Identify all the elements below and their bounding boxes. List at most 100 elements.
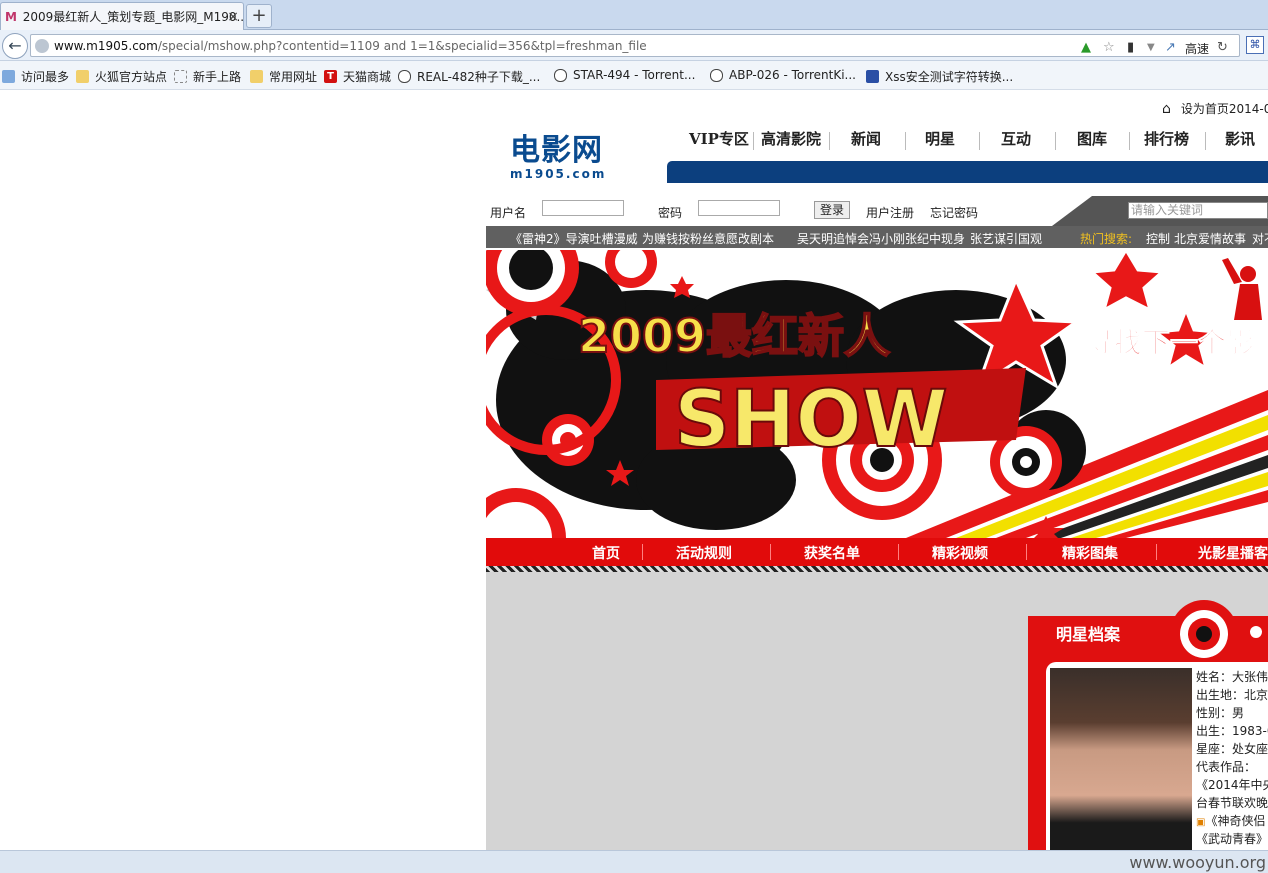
nav-showtimes[interactable]: 影讯 (1225, 128, 1255, 149)
watermark: www.wooyun.org (1129, 853, 1266, 872)
password-input[interactable] (698, 200, 780, 216)
mobile-icon[interactable]: ▮ (1127, 40, 1134, 55)
bookmark-star-icon[interactable]: ☆ (1103, 40, 1115, 55)
history-icon (2, 70, 15, 83)
nav-divider (829, 132, 830, 150)
back-button[interactable]: ← (2, 33, 28, 59)
browser-tab[interactable]: M 2009最红新人_策划专题_电影网_M190... × (0, 2, 244, 30)
nav-news[interactable]: 新闻 (851, 128, 881, 149)
go-arrow-icon[interactable]: ▲ (1081, 40, 1091, 55)
banner-artwork: 2009最红新人 SHOW 寻找下一个影 (486, 250, 1268, 538)
news-ticker: 《雷神2》导演吐槽漫威 为赚钱按粉丝意愿改剧本 吴天明追悼会冯小刚张纪中现身 张… (486, 226, 1268, 248)
bookmark-tmall[interactable]: T 天猫商城 (324, 68, 391, 85)
star-works-label: 代表作品： (1196, 760, 1257, 774)
star-photo[interactable] (1050, 668, 1192, 850)
star-work-link[interactable]: 《2014年中央 (1196, 776, 1268, 793)
menu-podcast[interactable]: 光影星播客 (1198, 543, 1268, 563)
menu-divider (770, 544, 771, 560)
hot-search-link[interactable]: 控制 (1146, 230, 1170, 247)
hot-search-link[interactable]: 北京爱情故事 (1174, 230, 1246, 247)
password-label: 密码 (658, 206, 683, 220)
star-work-link[interactable]: 《武动青春》 (1196, 830, 1268, 847)
set-home-link[interactable]: ⌂ 设为首页2014-0 (1162, 100, 1268, 117)
menu-videos[interactable]: 精彩视频 (932, 543, 988, 563)
news-link[interactable]: 张艺谋引国观 (970, 230, 1042, 247)
dropdown-icon[interactable]: ▼ (1147, 42, 1155, 53)
url-text: www.m1905.com/special/mshow.php?contenti… (54, 39, 647, 53)
web-page: ⌂ 设为首页2014-0 电影网 m1905.com VIP专区 高清影院 新闻… (0, 90, 1268, 850)
star-profile-title: 明星档案 (1056, 625, 1121, 644)
url-host: www.m1905.com (54, 39, 158, 53)
nav-vip[interactable]: VIP专区 (689, 128, 749, 149)
tab-strip: M 2009最红新人_策划专题_电影网_M190... × + (0, 0, 1268, 30)
menu-stripe-divider (486, 566, 1268, 572)
register-link[interactable]: 用户注册 (866, 204, 914, 221)
logo-main-text: 电影网 (510, 133, 603, 168)
banner-title-text: 2009最红新人 (578, 309, 890, 363)
menu-rules[interactable]: 活动规则 (676, 543, 732, 563)
speed-icon: ↗ (1165, 40, 1176, 55)
event-menu: 首页 活动规则 获奖名单 精彩视频 精彩图集 光影星播客 (486, 538, 1268, 566)
page-icon (174, 70, 187, 83)
panda-icon (398, 70, 411, 83)
speed-label[interactable]: 高速 (1185, 40, 1209, 57)
menu-divider (898, 544, 899, 560)
home-icon: ⌂ (1162, 100, 1171, 117)
bookmark-getting-started[interactable]: 新手上路 (174, 68, 241, 85)
star-work-link[interactable]: 台春节联欢晚 (1196, 794, 1268, 811)
nav-divider (753, 132, 754, 150)
forgot-password-link[interactable]: 忘记密码 (930, 204, 978, 221)
nav-hd-cinema[interactable]: 高清影院 (761, 128, 821, 149)
star-gender: 性别：男 (1196, 706, 1245, 720)
site-favicon-icon: M (5, 9, 17, 24)
news-link[interactable]: 为赚钱按粉丝意愿改剧本 (642, 230, 774, 247)
main-nav: VIP专区 高清影院 新闻 明星 互动 图库 排行榜 影讯 (667, 128, 1268, 154)
card-target-icon (1170, 600, 1262, 668)
url-path: /special/mshow.php?contentid=1109 and 1=… (157, 39, 647, 53)
bookmark-star-494[interactable]: STAR-494 - Torrent... (554, 68, 695, 82)
bookmarks-bar: 访问最多 火狐官方站点 新手上路 常用网址 T 天猫商城 REAL-482种子下载… (0, 61, 1268, 90)
globe-icon (35, 39, 49, 53)
bookmark-common-sites[interactable]: 常用网址 (250, 68, 317, 85)
menu-divider (642, 544, 643, 560)
nav-divider (979, 132, 980, 150)
nav-interact[interactable]: 互动 (1001, 128, 1031, 149)
menu-winners[interactable]: 获奖名单 (804, 543, 860, 563)
nav-stars[interactable]: 明星 (925, 128, 955, 149)
reload-icon[interactable]: ↻ (1217, 40, 1228, 55)
menu-photos[interactable]: 精彩图集 (1062, 543, 1118, 563)
bookmark-real-482[interactable]: REAL-482种子下载_... (398, 68, 540, 85)
hot-search-link[interactable]: 对不 (1252, 230, 1268, 247)
new-tab-button[interactable]: + (246, 4, 272, 28)
bookmark-firefox-site[interactable]: 火狐官方站点 (76, 68, 167, 85)
username-label: 用户名 (490, 206, 527, 220)
search-input[interactable]: 请输入关键词 (1128, 202, 1268, 219)
status-bar: www.wooyun.org (0, 850, 1268, 873)
navigation-toolbar: ← www.m1905.com/special/mshow.php?conten… (0, 30, 1268, 61)
star-name: 姓名：大张伟 (1196, 670, 1268, 684)
nav-rankings[interactable]: 排行榜 (1144, 128, 1189, 149)
bookmark-xss-tool[interactable]: Xss安全测试字符转换... (866, 68, 1013, 85)
bookmark-most-visited[interactable]: 访问最多 (2, 68, 69, 85)
login-button[interactable]: 登录 (814, 201, 850, 219)
nav-divider (1205, 132, 1206, 150)
close-tab-icon[interactable]: × (227, 9, 239, 25)
nav-subbar (667, 161, 1268, 183)
username-input[interactable] (542, 200, 624, 216)
bookmark-abp-026[interactable]: ABP-026 - TorrentKi... (710, 68, 856, 82)
menu-divider (1156, 544, 1157, 560)
nav-divider (1129, 132, 1130, 150)
news-link[interactable]: 《雷神2》导演吐槽漫威 (510, 230, 638, 247)
address-bar[interactable]: www.m1905.com/special/mshow.php?contenti… (30, 34, 1240, 57)
nav-divider (1055, 132, 1056, 150)
menu-home[interactable]: 首页 (592, 543, 620, 563)
site-logo[interactable]: 电影网 m1905.com (510, 133, 606, 181)
search-engine-icon[interactable]: ⌘ (1246, 36, 1264, 54)
news-link[interactable]: 吴天明追悼会冯小刚张纪中现身 (797, 230, 965, 247)
star-sign: 星座：处女座 (1196, 742, 1268, 756)
star-work-link[interactable]: ▣《神奇侠侣 (1196, 812, 1265, 829)
nav-gallery[interactable]: 图库 (1077, 128, 1107, 149)
star-birthplace: 出生地：北京 (1196, 688, 1268, 702)
banner-show-text: SHOW (674, 375, 948, 465)
banner-slogan-text: 寻找下一个影 (1086, 326, 1254, 359)
